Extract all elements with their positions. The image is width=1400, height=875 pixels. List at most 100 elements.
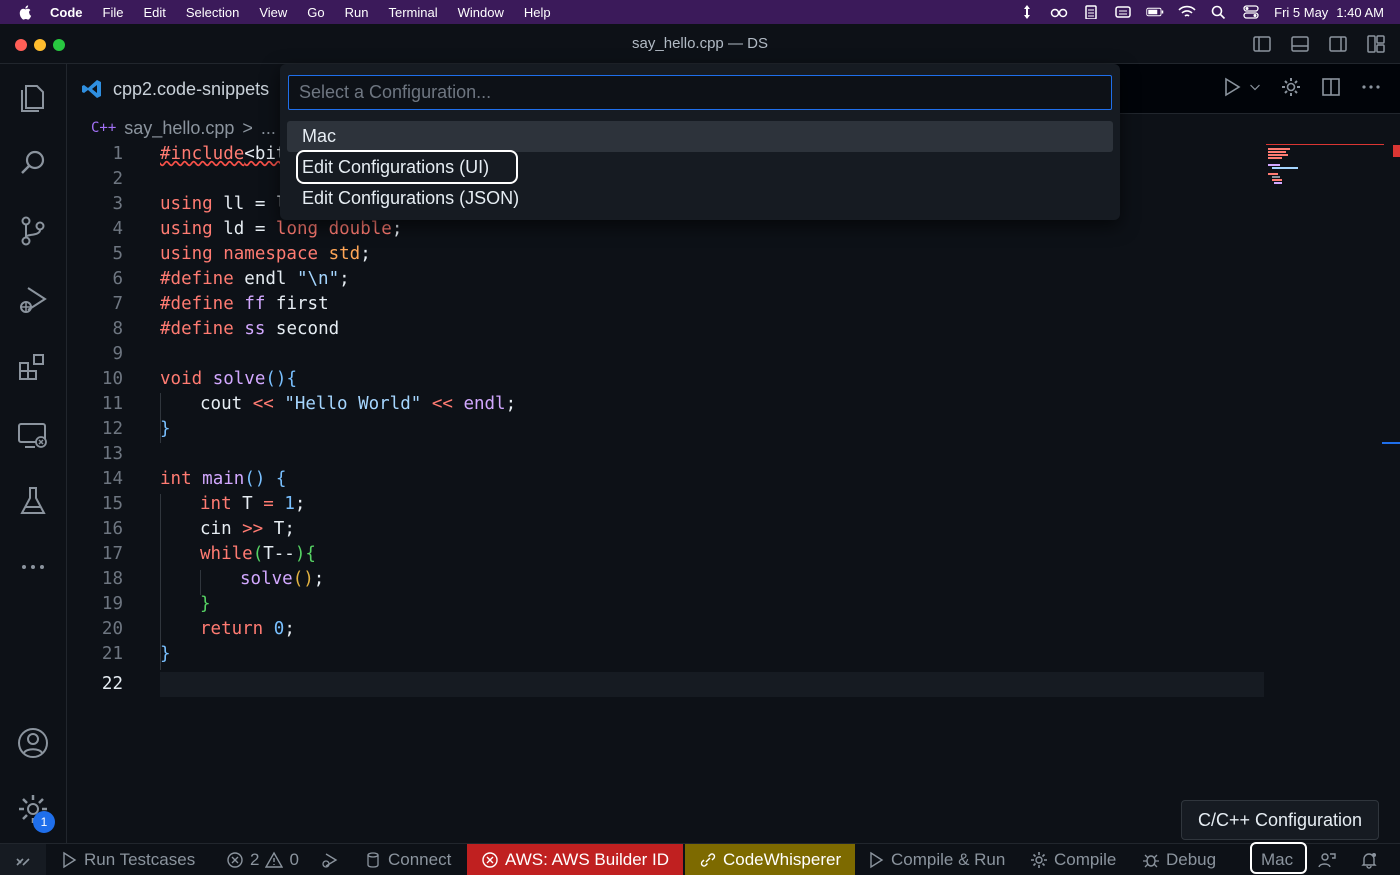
tab-cpp2-code-snippets[interactable]: cpp2.code-snippets (67, 64, 297, 114)
aws-builder-id-button[interactable]: AWS: AWS Builder ID (467, 844, 684, 875)
breadcrumb-separator: > (242, 117, 253, 138)
menu-help[interactable]: Help (524, 5, 551, 20)
code-line: 9 (67, 342, 1367, 367)
compile-button[interactable]: Compile (1030, 844, 1116, 875)
status-bar: Run Testcases 2 0 Connect AWS: AWS Build… (0, 843, 1400, 875)
menu-selection[interactable]: Selection (186, 5, 239, 20)
macos-menubar: Code File Edit Selection View Go Run Ter… (0, 0, 1400, 24)
menubar-clock[interactable]: Fri 5 May 1:40 AM (1274, 5, 1384, 20)
code-token: ; (284, 619, 295, 639)
notifications-button[interactable] (1360, 844, 1378, 875)
debug-label: Debug (1166, 850, 1217, 869)
resize-arrows-icon[interactable] (1018, 5, 1036, 19)
menu-app-name[interactable]: Code (50, 5, 83, 20)
line-number: 20 (101, 619, 123, 639)
customize-layout-icon[interactable] (1366, 34, 1386, 54)
settings-gear-icon[interactable] (1280, 76, 1302, 98)
person-feedback-icon (1318, 853, 1336, 868)
layout-controls (1252, 34, 1386, 54)
breadcrumb-file[interactable]: say_hello.cpp (124, 118, 234, 139)
code-token: long double (275, 219, 392, 239)
account-icon[interactable] (14, 724, 52, 762)
toggle-secondary-sidebar-icon[interactable] (1328, 34, 1348, 54)
search-icon[interactable] (14, 144, 52, 182)
run-code-icon[interactable] (1220, 76, 1242, 98)
problems-indicator[interactable]: 2 0 (226, 844, 299, 875)
bell-icon (1361, 853, 1377, 869)
menu-go[interactable]: Go (307, 5, 324, 20)
link-icon (700, 853, 716, 867)
more-actions-icon[interactable] (1360, 76, 1382, 98)
testing-icon[interactable] (14, 482, 52, 520)
menu-window[interactable]: Window (458, 5, 504, 20)
line-number: 19 (101, 594, 123, 614)
glasses-icon[interactable] (1050, 5, 1068, 19)
explorer-icon[interactable] (14, 78, 52, 116)
toggle-panel-icon[interactable] (1290, 34, 1310, 54)
run-testcases-label: Run Testcases (84, 850, 196, 869)
line-number: 21 (101, 644, 123, 664)
code-token: 0 (273, 619, 285, 639)
quick-pick-item-mac[interactable]: Mac (287, 121, 1113, 152)
code-token: } (160, 644, 171, 664)
debug-run-button[interactable] (320, 844, 338, 875)
code-token: = (263, 494, 274, 514)
line-number: 22 (101, 674, 123, 694)
menu-run[interactable]: Run (345, 5, 369, 20)
menu-file[interactable]: File (103, 5, 124, 20)
code-token: { (265, 469, 287, 489)
debug-button[interactable]: Debug (1142, 844, 1216, 875)
clipboard-icon[interactable] (1082, 5, 1100, 19)
warning-count: 0 (289, 850, 299, 869)
connect-button[interactable]: Connect (364, 844, 451, 875)
menu-terminal[interactable]: Terminal (389, 5, 438, 20)
toggle-primary-sidebar-icon[interactable] (1252, 34, 1272, 54)
tab-label: cpp2.code-snippets (113, 78, 270, 99)
configuration-search-input[interactable]: Select a Configuration... (288, 75, 1112, 110)
wifi-icon[interactable] (1178, 5, 1196, 19)
scrollbar-error-marker (1393, 145, 1400, 157)
spotlight-search-icon[interactable] (1210, 5, 1228, 19)
run-debug-icon[interactable] (14, 280, 52, 318)
extensions-icon[interactable] (14, 348, 52, 386)
menu-view[interactable]: View (259, 5, 287, 20)
battery-icon[interactable] (1146, 5, 1164, 19)
codewhisperer-button[interactable]: CodeWhisperer (685, 844, 856, 875)
breadcrumb-more[interactable]: ... (261, 118, 276, 139)
line-number: 1 (112, 144, 123, 164)
remote-explorer-icon[interactable] (14, 416, 52, 454)
menu-edit[interactable]: Edit (143, 5, 165, 20)
remote-indicator[interactable] (0, 844, 46, 875)
aws-error-icon (482, 852, 498, 868)
keyboard-icon[interactable] (1114, 5, 1132, 19)
code-token: 1 (284, 494, 295, 514)
code-line: 17 while(T--){ (67, 542, 1367, 567)
code-token: ; (339, 269, 350, 289)
run-testcases-button[interactable]: Run Testcases (60, 844, 195, 875)
error-icon (227, 852, 243, 868)
breadcrumb: C++ say_hello.cpp > ... (67, 114, 276, 142)
line-number: 16 (101, 519, 123, 539)
live-share-button[interactable] (1318, 844, 1336, 875)
source-control-icon[interactable] (14, 212, 52, 250)
code-token: ( (252, 544, 264, 564)
code-token: << (242, 394, 285, 414)
compile-run-button[interactable]: Compile & Run (867, 844, 1005, 875)
minimap-line (1268, 154, 1288, 156)
quick-pick-item-edit-json[interactable]: Edit Configurations (JSON) (287, 183, 1113, 214)
debug-run-icon (322, 853, 338, 868)
minimap[interactable] (1266, 142, 1386, 202)
more-icon[interactable] (14, 548, 52, 586)
minimap-line (1268, 157, 1282, 159)
code-token: ; (505, 394, 517, 414)
control-center-icon[interactable] (1242, 5, 1260, 19)
code-line: 21} (67, 642, 1367, 667)
code-token: #define (160, 269, 234, 289)
code-token: cout (200, 394, 243, 414)
code-token: T-- (263, 544, 295, 564)
code-token: { (305, 544, 316, 564)
apple-logo-icon[interactable] (18, 4, 34, 20)
split-editor-icon[interactable] (1320, 76, 1342, 98)
code-token: void (160, 369, 203, 389)
chevron-down-icon[interactable] (1248, 76, 1262, 98)
